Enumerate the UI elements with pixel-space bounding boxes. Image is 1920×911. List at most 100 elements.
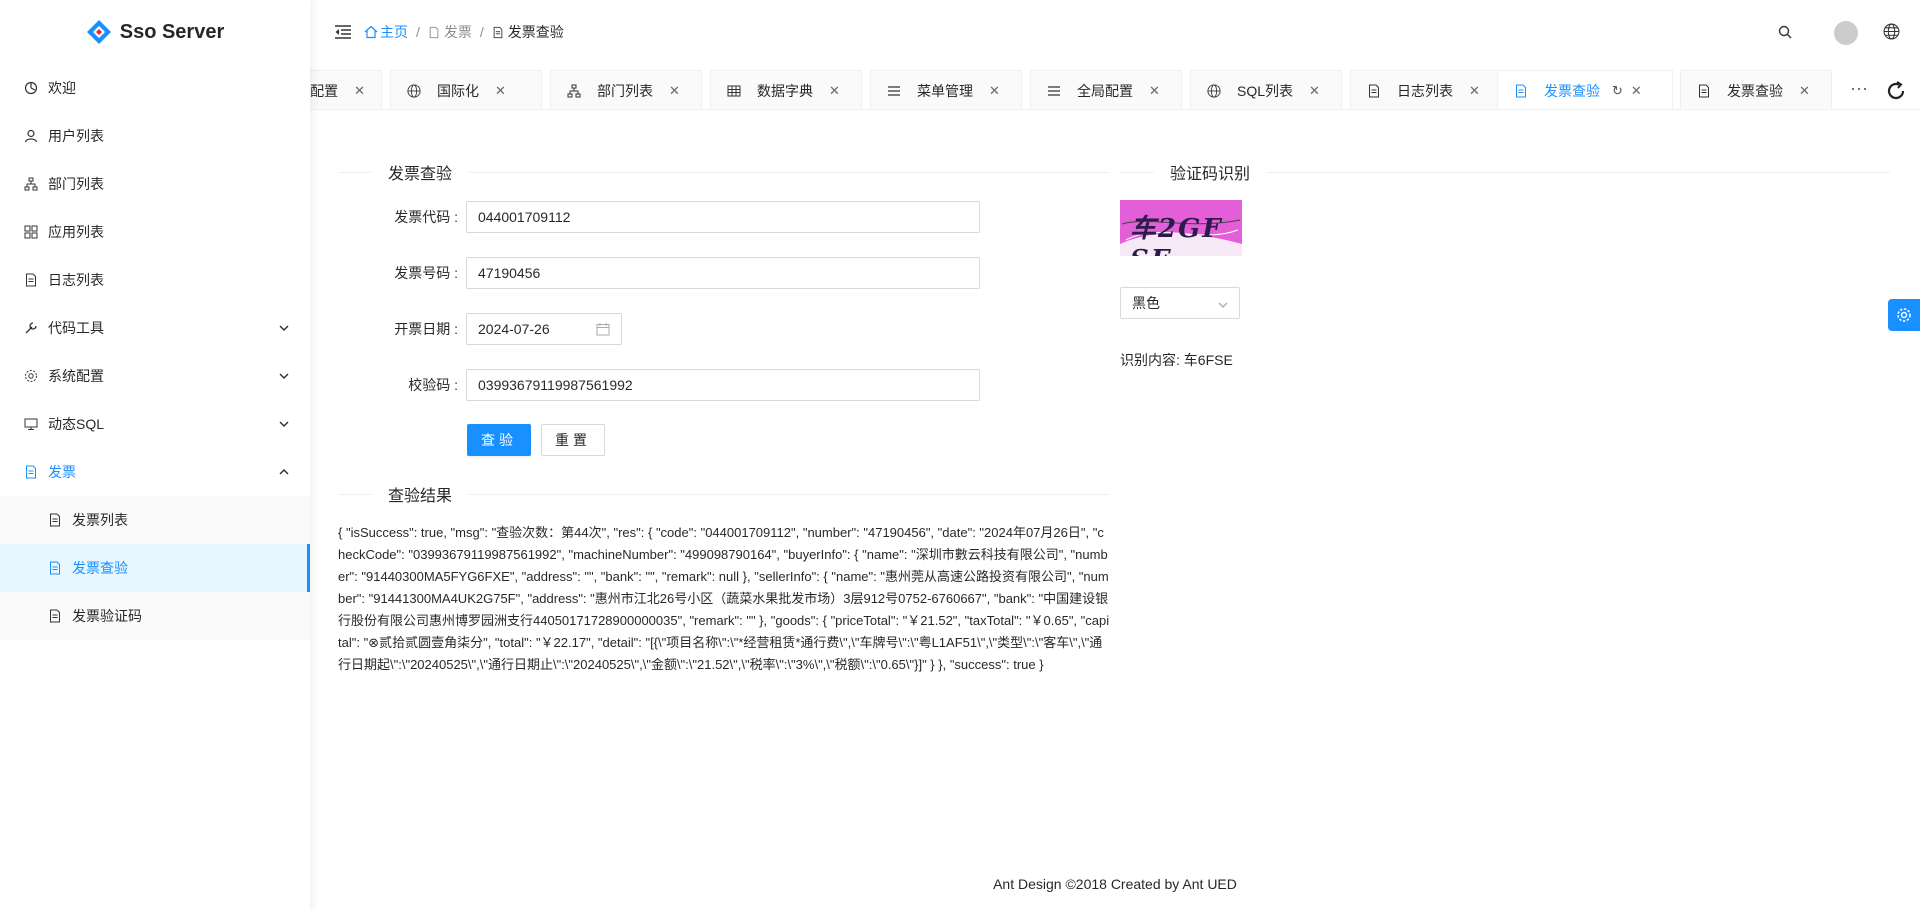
tab-logs[interactable]: 日志列表 ✕ [1350, 70, 1502, 109]
tab-label: 菜单管理 [917, 82, 973, 99]
sidebar-item-apps[interactable]: 应用列表 [0, 208, 310, 256]
tab-label: SQL列表 [1237, 82, 1294, 99]
captcha-color-select[interactable]: 黑色 [1120, 287, 1240, 319]
menu-fold-icon[interactable] [334, 24, 352, 40]
result-section-title: 查验结果 [388, 488, 453, 505]
close-icon[interactable]: ✕ [669, 83, 680, 99]
user-icon [24, 129, 38, 143]
divider-line [468, 493, 1110, 495]
invoice-code-input[interactable]: 044001709112 [466, 201, 980, 233]
sidebar-item-label: 发票查验 [72, 560, 128, 576]
sidebar-item-system-config[interactable]: 系统配置 [0, 352, 310, 400]
captcha-image[interactable]: 车2GF SE [1120, 200, 1242, 256]
file-text-icon [493, 26, 503, 38]
breadcrumb-invoice-label: 发票 [443, 24, 472, 40]
check-button[interactable]: 查验 [467, 424, 531, 456]
sidebar-item-label: 发票 [48, 464, 76, 480]
divider-line [468, 171, 1110, 173]
tab-label: 国际化 [437, 82, 479, 99]
file-icon [1699, 84, 1709, 97]
chevron-up-icon [279, 468, 289, 475]
tab-dictionary[interactable]: 数据字典 ✕ [710, 70, 862, 109]
ocr-value: 车6FSE [1183, 352, 1233, 368]
tabs-more-icon[interactable]: ··· [1850, 78, 1868, 99]
refresh-icon[interactable] [1884, 79, 1908, 103]
invoice-date-picker[interactable]: 2024-07-26 [466, 313, 622, 345]
sidebar-item-departments[interactable]: 部门列表 [0, 160, 310, 208]
sidebar-item-code-tools[interactable]: 代码工具 [0, 304, 310, 352]
form-item-check-code: 校验码 : 03993679119987561992 [338, 369, 980, 401]
home-icon [364, 25, 378, 39]
check-code-input[interactable]: 03993679119987561992 [466, 369, 980, 401]
captcha-image-text: 车2GF SE [1130, 214, 1223, 256]
file-icon [50, 609, 60, 623]
ocr-label: 识别内容: [1120, 352, 1180, 368]
close-icon[interactable]: ✕ [354, 83, 365, 99]
form-item-code: 发票代码 : 044001709112 [338, 201, 980, 233]
logo[interactable]: Sso Server [0, 0, 310, 64]
close-icon[interactable]: ✕ [1309, 83, 1320, 99]
invoice-date-label: 开票日期 : [394, 321, 458, 337]
tab-label: 配置 [310, 82, 339, 99]
invoice-date-value: 2024-07-26 [478, 321, 550, 337]
breadcrumb-home[interactable]: 主页 [364, 22, 408, 42]
sidebar-item-label: 发票验证码 [72, 608, 142, 624]
tab-invoice-check-2[interactable]: 发票查验 ✕ [1680, 70, 1832, 109]
globe-icon[interactable] [1883, 23, 1900, 40]
header: 主页 / 发票 / 发票查验 [310, 0, 1920, 64]
search-icon[interactable] [1778, 25, 1792, 39]
tool-icon [25, 322, 37, 334]
sidebar-item-invoice[interactable]: 发票 [0, 448, 310, 496]
reload-icon[interactable]: ↻ [1612, 83, 1623, 99]
close-icon[interactable]: ✕ [1149, 83, 1160, 99]
sidebar-item-invoice-list[interactable]: 发票列表 [0, 496, 310, 544]
breadcrumb-invoice[interactable]: 发票 [428, 22, 472, 42]
sidebar-item-invoice-captcha[interactable]: 发票验证码 [0, 592, 310, 640]
tab-label: 发票查验 [1727, 82, 1783, 99]
close-icon[interactable]: ✕ [1799, 83, 1810, 99]
close-icon[interactable]: ✕ [829, 83, 840, 99]
invoice-submenu: 发票列表 发票查验 发票验证码 [0, 496, 310, 640]
reset-button[interactable]: 重置 [541, 424, 605, 456]
form-item-number: 发票号码 : 47190456 [338, 257, 980, 289]
sidebar-item-welcome[interactable]: 欢迎 [0, 64, 310, 112]
tab-label: 日志列表 [1397, 82, 1453, 99]
tab-label: 数据字典 [757, 82, 813, 99]
tab-label: 全局配置 [1077, 82, 1133, 99]
close-icon[interactable]: ✕ [495, 83, 506, 99]
sidebar-item-label: 动态SQL [48, 416, 105, 432]
chevron-down-icon [279, 325, 289, 332]
close-icon[interactable]: ✕ [1631, 83, 1642, 99]
close-icon[interactable]: ✕ [1469, 83, 1480, 99]
breadcrumb: 主页 / 发票 / 发票查验 [364, 22, 564, 42]
sidebar-item-dynamic-sql[interactable]: 动态SQL [0, 400, 310, 448]
tab-config[interactable]: 配置 ✕ [310, 70, 382, 109]
tab-invoice-check-active[interactable]: 发票查验 ↻ ✕ [1497, 70, 1673, 109]
tab-sql-list[interactable]: SQL列表 ✕ [1190, 70, 1342, 109]
sidebar-item-invoice-check[interactable]: 发票查验 [0, 544, 310, 592]
file-text-icon [50, 561, 60, 575]
tab-departments[interactable]: 部门列表 ✕ [550, 70, 702, 109]
sidebar-item-users[interactable]: 用户列表 [0, 112, 310, 160]
divider-line [338, 493, 372, 495]
file-icon [429, 26, 439, 38]
close-icon[interactable]: ✕ [989, 83, 1000, 99]
setting-drawer-button[interactable] [1888, 299, 1920, 331]
globe-icon [407, 83, 421, 98]
menu-icon [1048, 85, 1060, 96]
table-icon [727, 85, 741, 96]
invoice-number-input[interactable]: 47190456 [466, 257, 980, 289]
sidebar-item-label: 用户列表 [48, 128, 104, 144]
sidebar-item-label: 日志列表 [48, 272, 104, 288]
tab-i18n[interactable]: 国际化 ✕ [390, 70, 542, 109]
file-text-icon [1516, 84, 1526, 97]
breadcrumb-current-label: 发票查验 [507, 24, 564, 40]
app-title: Sso Server [119, 20, 225, 43]
tab-menu-manage[interactable]: 菜单管理 ✕ [870, 70, 1022, 109]
avatar[interactable] [1834, 21, 1858, 45]
sidebar-item-logs[interactable]: 日志列表 [0, 256, 310, 304]
sidebar-item-label: 代码工具 [48, 320, 104, 336]
tab-global-config[interactable]: 全局配置 ✕ [1030, 70, 1182, 109]
captcha-section-divider: 验证码识别 [1120, 161, 1890, 183]
sidebar-item-label: 系统配置 [48, 368, 104, 384]
